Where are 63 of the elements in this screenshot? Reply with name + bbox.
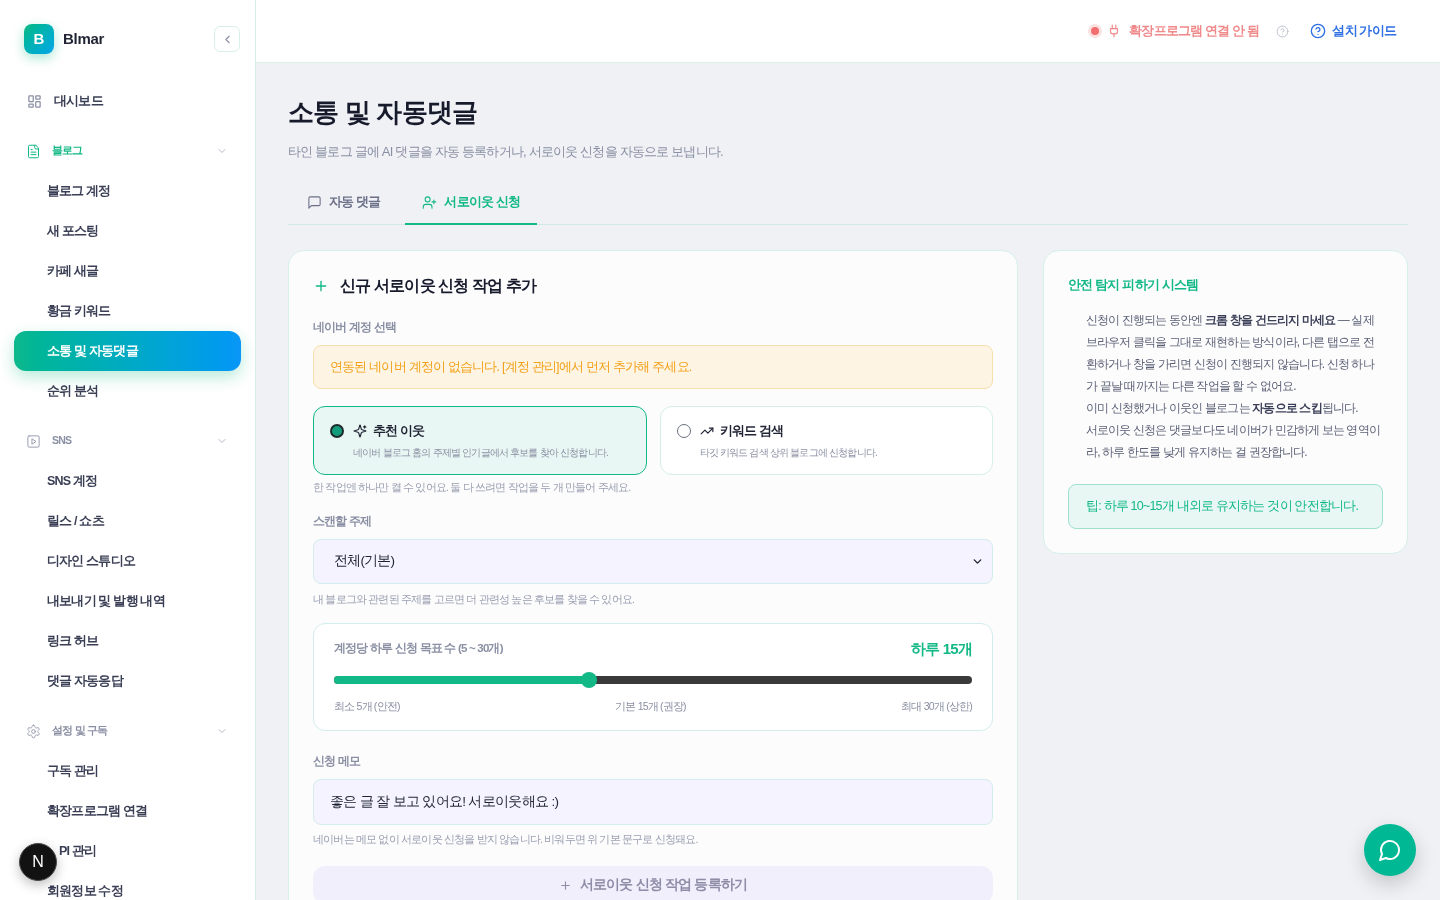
hint-text: 내 블로그와 관련된 주제를 고르면 더 관련성 높은 후보를 찾을 수 있어요. [313, 592, 636, 607]
grid-icon [27, 93, 42, 109]
user-plus-icon [422, 194, 438, 210]
option-title: 키워드 검색 [719, 423, 784, 440]
sidebar-item[interactable]: 새 포스팅 [14, 211, 241, 251]
info-paragraph: 서로이웃 신청은 댓글보다도 네이버가 민감하게 보는 영역이라, 하루 한도를 낮게 유지하는 걸 권장합니다. [1086, 422, 1381, 461]
sidebar-item[interactable]: 황금 키워드 [14, 291, 241, 331]
sidebar-item[interactable]: 구독 관리 [14, 751, 241, 791]
sidebar-item[interactable]: 확장프로그램 연결 [14, 791, 241, 831]
logo-tile: B [24, 24, 54, 54]
hint-text: 네이버는 메모 없이 서로이웃 신청을 받지 않습니다. 비워두면 위 기본 문구로 신청돼요. [313, 832, 699, 847]
page-subtitle: 타인 블로그 글에 AI 댓글을 자동 등록하거나, 서로이웃 신청을 자동으로 보냅니다. [288, 143, 724, 161]
tick-label: 최소 5개 (안전) [334, 699, 400, 714]
sidebar-item[interactable]: 순위 분석 [14, 371, 241, 411]
option-title: 추천 이웃 [373, 423, 425, 440]
option-description: 네이버 블로그 홈의 주제별 인기글에서 후보를 찾아 신청합니다. [353, 446, 609, 460]
chat-bubble-icon [1378, 838, 1402, 862]
memo-input[interactable]: 좋은 글 잘 보고 있어요! 서로이웃해요 :) [313, 779, 993, 825]
slider-track[interactable] [334, 672, 972, 688]
field-label: 스캔할 주제 [313, 514, 373, 529]
sidebar-item[interactable]: 댓글 자동응답 [14, 661, 241, 701]
radio-button[interactable] [676, 424, 691, 438]
sidebar-item[interactable]: 링크 허브 [14, 621, 241, 661]
radio-button[interactable] [330, 424, 344, 438]
hint-text: 한 작업엔 하나만 켤 수 있어요. 둘 다 쓰려면 작업을 두 개 만들어 주세요. [313, 480, 632, 495]
brand-name: Blmar [63, 28, 105, 49]
help-icon [1310, 23, 1327, 39]
tick-label: 최대 30개 (상한) [901, 699, 972, 714]
play-icon [26, 433, 41, 449]
sidebar-item[interactable]: 대시보드 [14, 81, 241, 121]
warning-message: 연동된 네이버 계정이 없습니다. [계정 관리]에서 먼저 추가해 주세요. [313, 345, 993, 389]
field-label: 네이버 계정 선택 [313, 320, 398, 335]
settings-icon [26, 723, 41, 739]
install-guide-link[interactable]: 설치 가이드 [1310, 21, 1396, 41]
sidebar-item[interactable]: 블로그 계정 [14, 171, 241, 211]
plus-icon [313, 278, 329, 294]
document-icon [26, 143, 41, 159]
extension-status: 확장프로그램 연결 안 됨 [1129, 22, 1260, 40]
topic-select[interactable]: 전체(기본) [313, 539, 993, 584]
mode-option[interactable]: 키워드 검색 타깃 키워드 검색 상위 블로그에 신청합니다. [659, 406, 993, 475]
tick-label: 기본 15개 (권장) [615, 699, 686, 714]
card-heading: 신규 서로이웃 신청 작업 추가 [340, 276, 537, 296]
option-description: 타깃 키워드 검색 상위 블로그에 신청합니다. [699, 446, 877, 460]
info-paragraph: 신청이 진행되는 동안엔 크롬 창을 건드리지 마세요 — 실제 브라우저 클릭을 그대로 재현하는 방식이라, 다른 탭으로 전환하거나 창을 가리면 신청이 진행되지 않습니다. 신청 하나가 끝날 때까지는 다른 작업을 할 수 없어요. [1086, 312, 1376, 395]
page-title: 소통 및 자동댓글 [288, 96, 479, 129]
sidebar-item[interactable]: 내보내기 및 발행 내역 [14, 581, 241, 621]
field-label: 신청 메모 [313, 754, 362, 769]
slider-label: 계정당 하루 신청 목표 수 (5 ~ 30개) [334, 641, 503, 657]
slider-thumb[interactable] [581, 672, 598, 688]
tip-message: 팁: 하루 10~15개 내외로 유지하는 것이 안전합니다. [1068, 484, 1383, 529]
speech-bubble-icon [307, 194, 322, 210]
sidebar-item[interactable]: 릴스 / 쇼츠 [14, 501, 241, 541]
slider-value: 하루 15개 [910, 638, 972, 659]
plus-icon [558, 878, 572, 892]
chat-button[interactable] [1364, 824, 1416, 876]
sidebar-item[interactable]: 카페 새글 [14, 251, 241, 291]
sparkles-icon [353, 424, 367, 438]
info-title: 안전 탐지 피하기 시스템 [1068, 276, 1200, 294]
sidebar-item[interactable]: 디자인 스튜디오 [14, 541, 241, 581]
info-paragraph: 이미 신청했거나 이웃인 블로그는 자동으로 스킵됩니다. [1086, 400, 1359, 417]
mode-option[interactable]: 추천 이웃 네이버 블로그 홈의 주제별 인기글에서 후보를 찾아 신청합니다. [313, 406, 647, 475]
tab[interactable]: 자동 댓글 [290, 181, 398, 225]
sidebar-item[interactable]: SNS 계정 [14, 461, 241, 501]
